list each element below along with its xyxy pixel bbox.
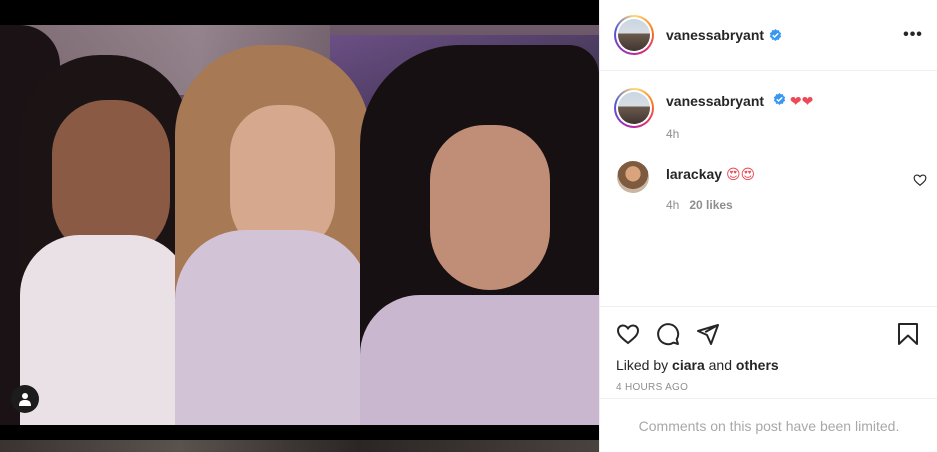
comment-button[interactable] [654, 320, 682, 348]
post-photo[interactable] [0, 25, 599, 425]
comment-username[interactable]: larackay [666, 166, 722, 182]
post-media[interactable] [0, 0, 599, 452]
comment-likes[interactable]: 20 likes [689, 196, 732, 214]
action-bar [600, 307, 937, 349]
verified-badge-icon [769, 28, 782, 42]
liked-by-text: Liked by ciara and others [616, 357, 779, 373]
comment-icon [657, 323, 680, 346]
caption-time[interactable]: 4h [666, 125, 813, 143]
post-timestamp[interactable]: 4 HOURS AGO [600, 373, 937, 393]
bookmark-icon [898, 323, 918, 345]
heart-icon [616, 324, 640, 345]
comment-like-heart-icon[interactable] [913, 173, 927, 187]
comments-limited-notice: Comments on this post have been limited. [600, 398, 937, 452]
caption-text: ❤❤ [789, 94, 814, 110]
author-username[interactable]: vanessabryant [666, 27, 764, 43]
user-tag-icon [19, 393, 31, 406]
liked-by-others[interactable]: others [736, 357, 779, 373]
commenter-avatar[interactable] [617, 161, 649, 193]
author-avatar[interactable] [614, 15, 654, 55]
more-options-button[interactable]: ••• [902, 24, 924, 46]
comment-item: larackay 😍😍 4h 20 likes [617, 161, 927, 214]
comment-text: 😍😍 [725, 167, 756, 183]
photo-person-right [360, 45, 599, 425]
share-icon [697, 324, 719, 345]
post-panel: vanessabryant ••• vanessabryant ❤❤ 4h la… [599, 0, 937, 452]
post-actions-section: Liked by ciara and others 4 HOURS AGO [600, 306, 937, 393]
background-strip [0, 440, 599, 452]
caption-avatar[interactable] [614, 88, 654, 128]
photo-person-middle [175, 45, 370, 425]
verified-badge-icon [773, 93, 786, 106]
comment-time[interactable]: 4h [666, 196, 679, 214]
like-button[interactable] [614, 320, 642, 348]
caption-username[interactable]: vanessabryant [666, 93, 764, 109]
liked-by-user[interactable]: ciara [672, 357, 705, 373]
post-caption: vanessabryant ❤❤ 4h [614, 88, 924, 143]
user-tag-button[interactable] [11, 385, 39, 413]
share-button[interactable] [694, 320, 722, 348]
post-header: vanessabryant ••• [600, 0, 937, 71]
more-options-icon: ••• [903, 26, 923, 43]
save-button[interactable] [894, 320, 922, 348]
photo-person-left [20, 55, 190, 425]
